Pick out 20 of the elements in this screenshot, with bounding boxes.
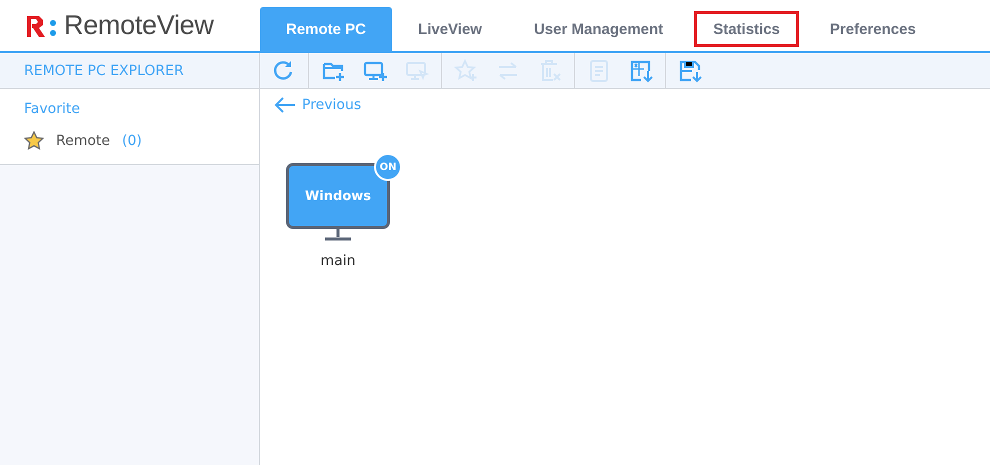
nav-tab[interactable]: LiveView xyxy=(392,7,508,51)
save-download-icon xyxy=(678,58,702,82)
monitor-stand-icon xyxy=(324,229,352,241)
favorite-item[interactable]: Remote (0) xyxy=(24,131,259,150)
nav-tab[interactable]: Remote PC xyxy=(260,7,392,51)
star-icon xyxy=(24,131,44,150)
status-badge: ON xyxy=(374,153,402,181)
previous-link[interactable]: Previous xyxy=(274,97,362,113)
star-plus-icon xyxy=(454,58,478,82)
document-icon xyxy=(587,58,611,82)
nav-tab[interactable]: Preferences xyxy=(804,7,942,51)
nav-tab[interactable]: User Management xyxy=(508,7,690,51)
section-title: Favorite xyxy=(24,101,81,117)
back-arrow-icon xyxy=(274,97,296,113)
trash-icon xyxy=(538,58,562,82)
device-name: main xyxy=(320,253,356,269)
sheet-download-icon xyxy=(629,58,653,82)
logo-text: RemoteView xyxy=(64,10,214,41)
nav-tab[interactable]: Statistics xyxy=(694,11,799,47)
panel-title: REMOTE PC EXPLORER xyxy=(0,53,259,89)
